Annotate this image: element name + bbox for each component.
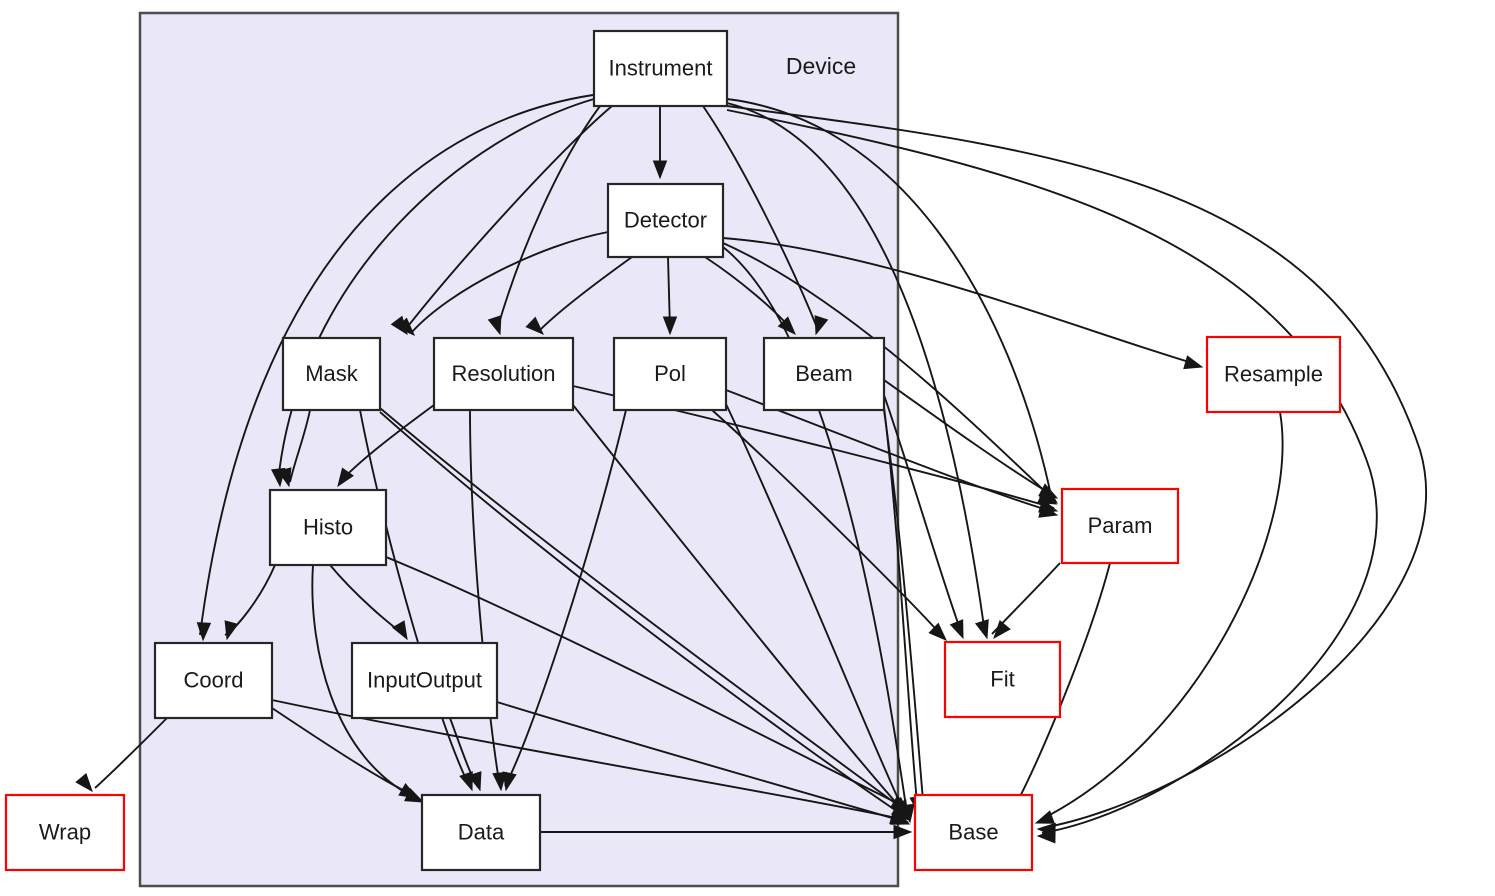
- node-beam[interactable]: Beam: [762, 336, 886, 412]
- node-box-base[interactable]: [913, 793, 1034, 872]
- node-box-resample[interactable]: [1205, 335, 1342, 414]
- node-box-mask[interactable]: [281, 336, 382, 412]
- node-box-instrument[interactable]: [592, 29, 729, 108]
- arrowhead: [993, 619, 1011, 640]
- node-pol[interactable]: Pol: [612, 336, 728, 412]
- node-box-histo[interactable]: [268, 488, 388, 567]
- node-instrument[interactable]: Instrument: [592, 29, 729, 108]
- cluster-label-device: Device: [786, 53, 856, 79]
- node-box-inputoutput[interactable]: [350, 641, 499, 720]
- node-coord[interactable]: Coord: [153, 641, 274, 720]
- node-resolution[interactable]: Resolution: [432, 336, 575, 412]
- node-box-detector[interactable]: [606, 182, 725, 259]
- node-histo[interactable]: Histo: [268, 488, 388, 567]
- node-wrap[interactable]: Wrap: [4, 793, 126, 872]
- node-box-fit[interactable]: [943, 640, 1062, 719]
- graph-canvas: Device Instrument Detector Mask Resolution P…: [4, 11, 1428, 888]
- directory-dependency-graph: Device Instrument Detector Mask Resolution P…: [0, 0, 1495, 896]
- arrowhead: [1183, 355, 1204, 370]
- node-box-wrap[interactable]: [4, 793, 126, 872]
- node-box-pol[interactable]: [612, 336, 728, 412]
- edge-resample-to-base: [1039, 411, 1284, 821]
- node-box-param[interactable]: [1060, 487, 1180, 565]
- arrowhead: [893, 824, 913, 840]
- node-param[interactable]: Param: [1060, 487, 1180, 565]
- node-box-data[interactable]: [420, 793, 542, 872]
- node-resample[interactable]: Resample: [1205, 335, 1342, 414]
- node-fit[interactable]: Fit: [943, 640, 1062, 719]
- edge-beam-to-param: [883, 379, 1055, 497]
- arrowhead: [949, 619, 964, 640]
- node-base[interactable]: Base: [913, 793, 1034, 872]
- node-data[interactable]: Data: [420, 793, 542, 872]
- node-box-beam[interactable]: [762, 336, 886, 412]
- node-mask[interactable]: Mask: [281, 336, 382, 412]
- arrowhead: [75, 772, 93, 793]
- node-box-resolution[interactable]: [432, 336, 575, 412]
- node-box-coord[interactable]: [153, 641, 274, 720]
- node-detector[interactable]: Detector: [606, 182, 725, 259]
- arrowhead: [974, 619, 989, 640]
- node-inputoutput[interactable]: InputOutput: [350, 641, 499, 720]
